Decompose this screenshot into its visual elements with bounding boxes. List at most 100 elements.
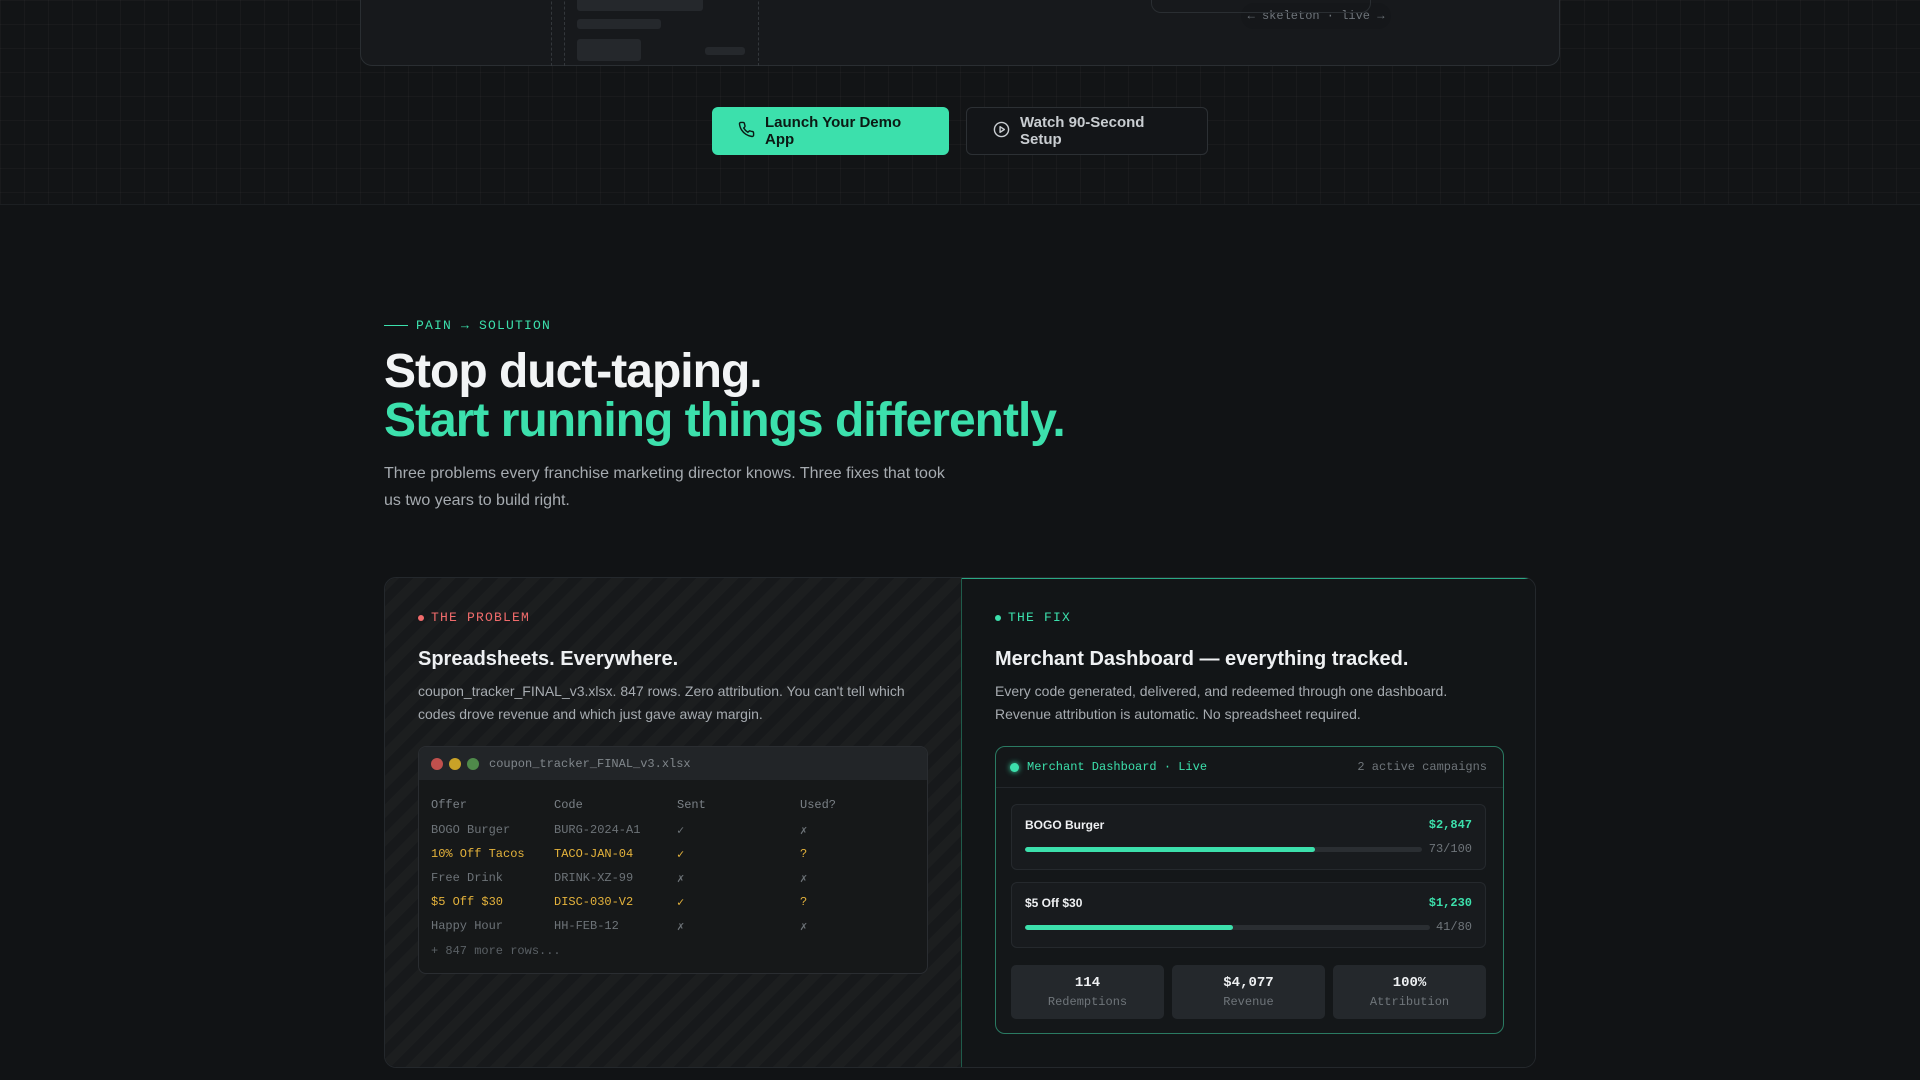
column-header: Sent [677,798,706,812]
stat-value: 114 [1074,975,1101,991]
table-cell: DISC-030-V2 [554,895,634,909]
table-cell: ✗ [800,823,808,838]
stat-value: 100% [1392,975,1427,991]
table-cell: DRINK-XZ-99 [554,871,634,885]
eyebrow-line [384,325,408,326]
preview-divider [551,0,552,66]
table-cell: TACO-JAN-04 [554,847,634,861]
table-cell: ✗ [677,871,685,886]
dashboard-stats: 114 Redemptions $4,077 Revenue 100% Attr… [1011,965,1486,1019]
watch-setup-button[interactable]: Watch 90-Second Setup [966,107,1208,155]
table-cell: BURG-2024-A1 [554,823,641,837]
stat-label: Revenue [1223,995,1274,1009]
table-row: Happy Hour HH-FEB-12 ✗ ✗ [431,914,915,938]
preview-divider [758,0,759,66]
headline-line-1: Stop duct-taping. [384,345,763,398]
table-cell: 10% Off Tacos [431,847,525,861]
table-cell: ✗ [800,919,808,934]
section-eyebrow: PAIN → SOLUTION [384,318,551,333]
maximize-dot-icon [467,757,479,770]
launch-demo-label: Launch Your Demo App [765,114,902,148]
table-cell: ? [800,895,808,909]
campaign-revenue: $2,847 [1428,818,1472,832]
dashboard-live-indicator: Merchant Dashboard · Live [1010,760,1207,774]
live-dot-icon [1010,762,1019,772]
table-row: Free Drink DRINK-XZ-99 ✗ ✗ [431,866,915,890]
column-header: Offer [431,798,468,812]
campaign-revenue: $1,230 [1428,896,1472,910]
stat-card-redemptions: 114 Redemptions [1011,965,1164,1019]
dashboard-title: Merchant Dashboard · Live [1027,760,1208,774]
table-cell: Happy Hour [431,919,504,933]
table-row: BOGO Burger BURG-2024-A1 ✓ ✗ [431,818,915,842]
fix-tag-label: THE FIX [1008,610,1072,625]
stat-value: $4,077 [1223,975,1274,991]
skeleton-card [1151,0,1371,13]
skeleton-block [705,47,745,55]
skeleton-block [577,0,703,11]
fix-dot-icon [995,614,1001,621]
section-lede: Three problems every franchise marketing… [384,465,945,509]
fix-column: THE FIX Merchant Dashboard — everything … [961,578,1535,1067]
stat-label: Redemptions [1047,995,1128,1009]
spreadsheet-header-row: Offer Code Sent Used? [431,792,915,818]
pain-solution-panel: THE PROBLEM Spreadsheets. Everywhere. co… [384,577,1536,1068]
watch-setup-label: Watch 90-Second Setup [1020,114,1145,148]
spreadsheet-more-rows: + 847 more rows... [431,944,561,958]
table-cell: ? [800,847,808,861]
spreadsheet-filename: coupon_tracker_FINAL_v3.xlsx [489,756,691,771]
merchant-dashboard-mock: Merchant Dashboard · Live 2 active campa… [995,746,1504,1034]
table-row: $5 Off $30 DISC-030-V2 ✓? [431,890,915,914]
table-cell: ✓ [677,823,685,838]
problem-tag-label: THE PROBLEM [431,610,531,625]
problem-tag: THE PROBLEM [418,610,530,625]
table-cell: BOGO Burger [431,823,511,837]
fix-description: Every code generated, delivered, and red… [995,683,1448,722]
campaign-progress-track [1025,847,1422,852]
campaign-card[interactable]: BOGO Burger $2,847 73/100 [1011,804,1486,870]
campaign-name: BOGO Burger [1025,818,1105,832]
table-cell: HH-FEB-12 [554,919,619,933]
campaign-progress-track [1025,925,1430,930]
campaign-redemption-ratio: 41/80 [1435,920,1472,934]
problem-column: THE PROBLEM Spreadsheets. Everywhere. co… [385,578,961,1067]
headline-line-2: Start running things differently. [384,394,1066,447]
phone-icon [738,121,755,142]
campaign-card[interactable]: $5 Off $30 $1,230 41/80 [1011,882,1486,948]
launch-demo-button[interactable]: Launch Your Demo App [712,107,949,155]
fix-title: Merchant Dashboard — everything tracked. [995,648,1409,670]
problem-title: Spreadsheets. Everywhere. [418,648,679,670]
spreadsheet-table: Offer Code Sent Used? BOGO Burger BURG-20… [419,780,927,938]
cta-row: Launch Your Demo App Watch 90-Second Set… [712,107,1208,155]
close-dot-icon [431,757,443,770]
stat-card-attribution: 100% Attribution [1333,965,1486,1019]
table-cell: ✓ [677,847,685,862]
table-cell: ✗ [677,919,685,934]
hero-band: ← skeleton · live → Launch Your Demo App… [0,0,1920,205]
dashboard-header: Merchant Dashboard · Live 2 active campa… [996,747,1503,788]
campaign-redemption-ratio: 73/100 [1428,842,1472,856]
table-row: 10% Off Tacos TACO-JAN-04 ✓? [431,842,915,866]
minimize-dot-icon [449,757,461,770]
preview-divider [564,0,565,66]
fix-tag: THE FIX [995,610,1071,625]
table-cell: ✓ [677,895,685,910]
problem-dot-icon [418,614,424,621]
spreadsheet-mock: coupon_tracker_FINAL_v3.xlsx Offer Code … [418,746,928,974]
stat-label: Attribution [1369,995,1450,1009]
skeleton-block [577,39,641,61]
column-header: Code [554,798,583,812]
eyebrow-text: PAIN → SOLUTION [416,318,552,333]
column-header: Used? [800,798,837,812]
campaign-progress-fill [1025,925,1233,930]
problem-description: coupon_tracker_FINAL_v3.xlsx. 847 rows. … [418,683,905,722]
table-cell: $5 Off $30 [431,895,504,909]
campaign-progress-fill [1025,847,1315,852]
app-preview-frame: ← skeleton · live → [360,0,1560,66]
play-circle-icon [993,121,1010,142]
table-cell: Free Drink [431,871,504,885]
campaign-name: $5 Off $30 [1025,896,1083,910]
spreadsheet-titlebar: coupon_tracker_FINAL_v3.xlsx [419,747,927,780]
table-cell: ✗ [800,871,808,886]
skeleton-block [577,19,661,29]
